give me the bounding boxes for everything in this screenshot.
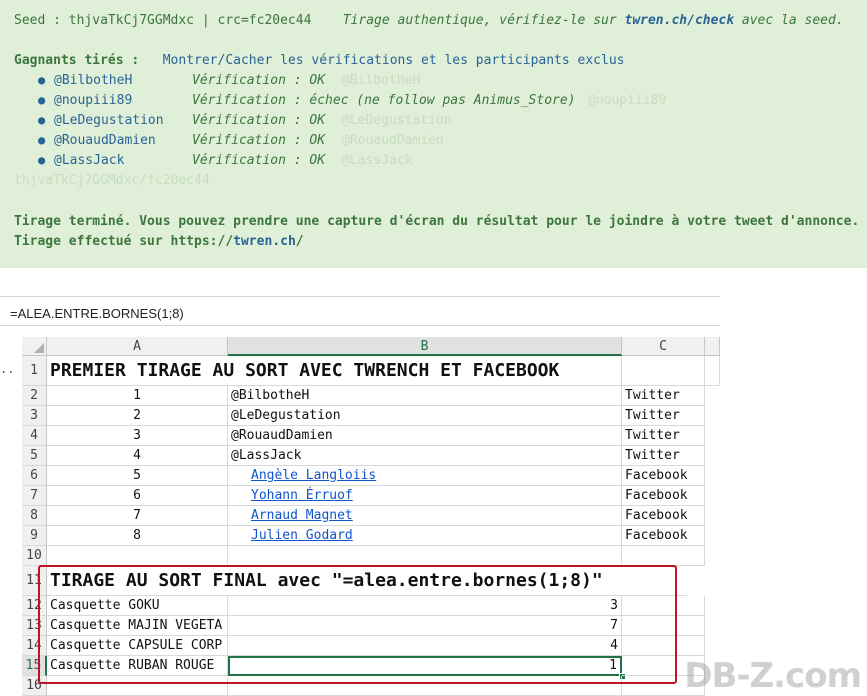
cell-participant[interactable]: @LassJack bbox=[228, 446, 622, 466]
winner-ghost-handle: @noupiii89 bbox=[588, 93, 667, 108]
row-header[interactable]: 10 bbox=[22, 546, 47, 566]
row-header[interactable]: 4 bbox=[22, 426, 47, 446]
winner-ghost-handle: @LassJack bbox=[342, 153, 413, 168]
row-header[interactable]: 7 bbox=[22, 486, 47, 506]
winner-name[interactable]: @BilbotheH bbox=[54, 73, 132, 88]
cell-rank[interactable]: 3 bbox=[47, 426, 228, 446]
cell-source[interactable]: Facebook bbox=[622, 486, 705, 506]
winner-verification: Vérification : échec (ne follow pas Anim… bbox=[192, 93, 576, 108]
winner-ghost-handle: @BilbotheH bbox=[342, 73, 421, 88]
column-header-a[interactable]: A bbox=[47, 337, 228, 356]
winners-header: Gagnants tirés : Montrer/Cacher les véri… bbox=[14, 53, 625, 68]
row-header[interactable]: 8 bbox=[22, 506, 47, 526]
cell[interactable] bbox=[622, 356, 705, 386]
cell-source[interactable]: Twitter bbox=[622, 446, 705, 466]
bullet-icon: ● bbox=[38, 93, 46, 107]
facebook-profile-link[interactable]: Julien Godard bbox=[231, 528, 353, 543]
check-link[interactable]: twren.ch/check bbox=[625, 13, 735, 28]
cell[interactable] bbox=[228, 546, 622, 566]
corner-triangle-icon bbox=[34, 343, 44, 353]
cell-rank[interactable]: 8 bbox=[47, 526, 228, 546]
done-prefix: Tirage effectué sur https:// bbox=[14, 234, 234, 249]
authentic-text: Tirage authentique, vérifiez-le sur bbox=[342, 13, 625, 28]
cell-rank[interactable]: 7 bbox=[47, 506, 228, 526]
cell-source[interactable]: Facebook bbox=[622, 526, 705, 546]
cell-rank[interactable]: 2 bbox=[47, 406, 228, 426]
site-watermark: DB-Z.com bbox=[684, 656, 862, 696]
cell-participant[interactable]: Angèle Langloiis bbox=[228, 466, 622, 486]
winner-verification: Vérification : OK bbox=[192, 153, 326, 168]
winner-verification: Vérification : OK bbox=[192, 113, 326, 128]
ghost-seed: thjvaTkCj7GGMdxc/fc20ec44 bbox=[14, 173, 210, 188]
winner-item: ● @BilbotheH Vérification : OK @Bilbothe… bbox=[0, 73, 867, 93]
finished-message: Tirage terminé. Vous pouvez prendre une … bbox=[14, 214, 860, 229]
cell-source[interactable]: Twitter bbox=[622, 426, 705, 446]
formula-bar[interactable]: =ALEA.ENTRE.BORNES(1;8) bbox=[0, 296, 720, 326]
row-header[interactable]: 3 bbox=[22, 406, 47, 426]
column-header-c[interactable]: C bbox=[622, 337, 705, 356]
cell-participant[interactable]: @LeDegustation bbox=[228, 406, 622, 426]
winner-name[interactable]: @RouaudDamien bbox=[54, 133, 156, 148]
done-line: Tirage effectué sur https://twren.ch/ bbox=[14, 234, 304, 249]
cell-participant[interactable]: Julien Godard bbox=[228, 526, 622, 546]
row-header[interactable]: 5 bbox=[22, 446, 47, 466]
cell-source[interactable]: Twitter bbox=[622, 406, 705, 426]
cell-source[interactable]: Facebook bbox=[622, 506, 705, 526]
cell-participant[interactable]: @BilbotheH bbox=[228, 386, 622, 406]
cell-rank[interactable]: 6 bbox=[47, 486, 228, 506]
bullet-icon: ● bbox=[38, 113, 46, 127]
cell-participant[interactable]: @RouaudDamien bbox=[228, 426, 622, 446]
facebook-profile-link[interactable]: Angèle Langloiis bbox=[231, 468, 376, 483]
winner-name[interactable]: @LeDegustation bbox=[54, 113, 164, 128]
cell[interactable] bbox=[705, 356, 720, 386]
bullet-icon: ● bbox=[38, 73, 46, 87]
winner-name[interactable]: @noupiii89 bbox=[54, 93, 132, 108]
winner-ghost-handle: @RouaudDamien bbox=[342, 133, 444, 148]
twren-link[interactable]: twren.ch bbox=[233, 234, 296, 249]
winner-item: ● @RouaudDamien Vérification : OK @Rouau… bbox=[0, 133, 867, 153]
title-cell[interactable]: PREMIER TIRAGE AU SORT AVEC TWRENCH ET F… bbox=[47, 356, 622, 386]
facebook-profile-link[interactable]: Yohann Érruof bbox=[231, 488, 353, 503]
winner-item: ● @LeDegustation Vérification : OK @LeDe… bbox=[0, 113, 867, 133]
cell-source[interactable]: Facebook bbox=[622, 466, 705, 486]
cell-participant[interactable]: Arnaud Magnet bbox=[228, 506, 622, 526]
cell[interactable] bbox=[47, 546, 228, 566]
toggle-verifications-link[interactable]: Montrer/Cacher les vérifications et les … bbox=[163, 53, 625, 68]
cell[interactable] bbox=[622, 546, 705, 566]
row-header[interactable]: 6 bbox=[22, 466, 47, 486]
highlight-box bbox=[38, 565, 677, 684]
done-suffix: / bbox=[295, 234, 304, 249]
seed-line: Seed : thjvaTkCj7GGMdxc | crc=fc20ec44 T… bbox=[14, 13, 844, 28]
winner-verification: Vérification : OK bbox=[192, 133, 326, 148]
select-all-corner[interactable] bbox=[22, 337, 47, 356]
bullet-icon: ● bbox=[38, 133, 46, 147]
cell-rank[interactable]: 1 bbox=[47, 386, 228, 406]
winner-ghost-handle: @LeDegustation bbox=[342, 113, 452, 128]
winners-label: Gagnants tirés : bbox=[14, 53, 140, 68]
authentic-suffix: avec la seed. bbox=[734, 13, 844, 28]
cell-rank[interactable]: 4 bbox=[47, 446, 228, 466]
twren-result-panel: Seed : thjvaTkCj7GGMdxc | crc=fc20ec44 T… bbox=[0, 0, 867, 268]
seed-text: Seed : thjvaTkCj7GGMdxc | crc=fc20ec44 bbox=[14, 13, 312, 28]
cell-participant[interactable]: Yohann Érruof bbox=[228, 486, 622, 506]
winner-verification: Vérification : OK bbox=[192, 73, 326, 88]
winner-item: ● @LassJack Vérification : OK @LassJack bbox=[0, 153, 867, 173]
winner-item: ● @noupiii89 Vérification : échec (ne fo… bbox=[0, 93, 867, 113]
row-header[interactable]: 1 bbox=[22, 356, 47, 386]
cell-source[interactable]: Twitter bbox=[622, 386, 705, 406]
cell-rank[interactable]: 5 bbox=[47, 466, 228, 486]
more-dots: .. bbox=[0, 362, 15, 376]
bullet-icon: ● bbox=[38, 153, 46, 167]
facebook-profile-link[interactable]: Arnaud Magnet bbox=[231, 508, 353, 523]
row-header[interactable]: 2 bbox=[22, 386, 47, 406]
column-header-d[interactable] bbox=[705, 337, 720, 356]
column-header-b[interactable]: B bbox=[228, 337, 622, 356]
winner-name[interactable]: @LassJack bbox=[54, 153, 124, 168]
row-header[interactable]: 9 bbox=[22, 526, 47, 546]
